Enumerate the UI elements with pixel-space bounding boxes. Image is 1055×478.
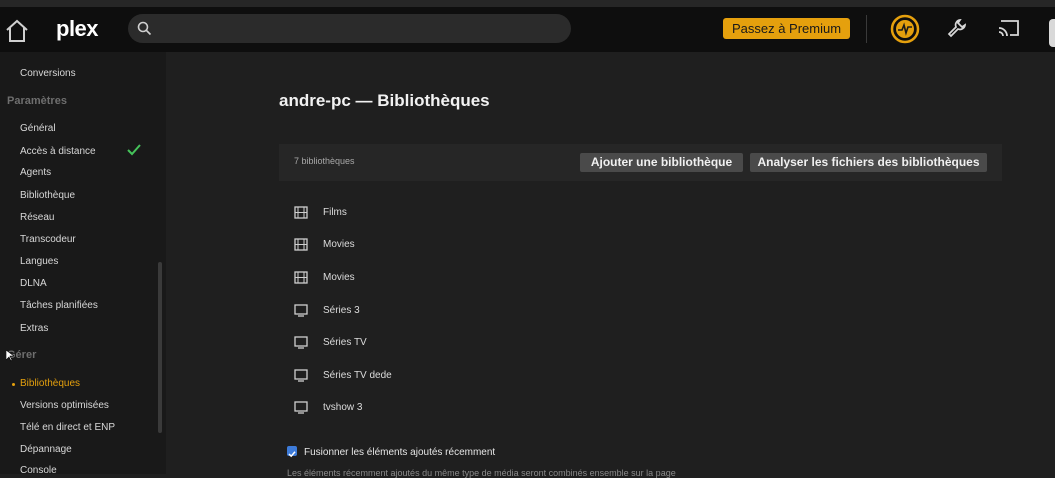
activity-icon[interactable] <box>890 14 920 44</box>
tv-icon <box>294 401 308 414</box>
sidebar-item-network[interactable]: Réseau <box>20 212 54 223</box>
sidebar-item-libraries[interactable]: Bibliothèques <box>20 378 80 389</box>
plex-logo[interactable]: plex <box>56 16 99 42</box>
top-bar: plex Passez à Premium <box>0 0 1055 52</box>
sidebar-item-optimized-versions[interactable]: Versions optimisées <box>20 400 109 411</box>
mouse-cursor-icon <box>6 350 14 362</box>
home-icon[interactable] <box>4 18 30 44</box>
settings-wrench-icon[interactable] <box>946 17 968 39</box>
sidebar-item-general[interactable]: Général <box>20 123 56 134</box>
search-input[interactable] <box>128 14 571 43</box>
page-title: andre-pc — Bibliothèques <box>279 91 490 110</box>
sidebar-item-extras[interactable]: Extras <box>20 323 48 334</box>
sidebar-item-console[interactable]: Console <box>20 465 57 476</box>
sidebar-item-remote-access[interactable]: Accès à distance <box>20 146 96 157</box>
account-button[interactable] <box>1049 19 1055 47</box>
sidebar-item-troubleshooting[interactable]: Dépannage <box>20 444 72 455</box>
sidebar-section-settings: Paramètres <box>7 95 67 107</box>
search-icon <box>137 21 152 36</box>
library-name: Séries TV dede <box>323 370 392 381</box>
library-count: 7 bibliothèques <box>294 156 355 166</box>
library-name: Séries TV <box>323 337 367 348</box>
merge-recent-checkbox[interactable] <box>287 446 297 458</box>
library-name: Séries 3 <box>323 305 360 316</box>
sidebar-item-agents[interactable]: Agents <box>20 167 51 178</box>
sidebar-item-scheduled-tasks[interactable]: Tâches planifiées <box>20 300 98 311</box>
film-icon <box>294 206 308 219</box>
sidebar-item-languages[interactable]: Langues <box>20 256 58 267</box>
sidebar-item-dlna[interactable]: DLNA <box>20 278 47 289</box>
sidebar-item-conversions[interactable]: Conversions <box>20 68 76 79</box>
library-name: Films <box>323 207 347 218</box>
merge-recent-label: Fusionner les éléments ajoutés récemment <box>304 447 496 458</box>
checkmark-icon <box>127 144 141 156</box>
film-icon <box>294 271 308 284</box>
merge-help-text: Les éléments récemment ajoutés du même t… <box>287 468 676 478</box>
sidebar-scrollbar[interactable] <box>158 262 162 433</box>
library-name: Movies <box>323 239 355 250</box>
library-name: tvshow 3 <box>323 402 363 413</box>
library-name: Movies <box>323 272 355 283</box>
tv-icon <box>294 369 308 382</box>
tv-icon <box>294 304 308 317</box>
premium-button[interactable]: Passez à Premium <box>723 18 850 39</box>
toolbar-divider <box>866 15 867 43</box>
cast-icon[interactable] <box>997 17 1021 39</box>
sidebar: Conversions Paramètres Général Accès à d… <box>0 52 166 476</box>
film-icon <box>294 238 308 251</box>
checkbox-check-icon <box>288 451 296 458</box>
tv-icon <box>294 336 308 349</box>
sidebar-item-transcoder[interactable]: Transcodeur <box>20 234 76 245</box>
scan-libraries-button[interactable]: Analyser les fichiers des bibliothèques <box>750 153 987 172</box>
library-toolbar: 7 bibliothèques Ajouter une bibliothèque… <box>279 144 1002 181</box>
active-indicator <box>12 383 15 386</box>
sidebar-item-library[interactable]: Bibliothèque <box>20 190 75 201</box>
sidebar-item-live-tv[interactable]: Télé en direct et ENP <box>20 422 115 433</box>
add-library-button[interactable]: Ajouter une bibliothèque <box>580 153 743 172</box>
